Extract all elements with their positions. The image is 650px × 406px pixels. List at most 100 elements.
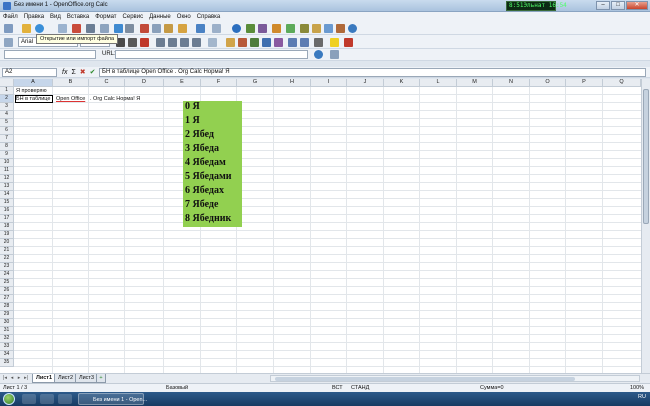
green-block-row[interactable]: 8 Ябедник <box>185 213 231 225</box>
borders-icon[interactable] <box>314 38 323 47</box>
print-preview-icon[interactable] <box>100 24 109 33</box>
cell-c2[interactable]: . Org Calc Норма! Я <box>89 95 140 103</box>
cut-icon[interactable] <box>140 24 149 33</box>
number-format-icon[interactable] <box>250 38 259 47</box>
decrease-indent-icon[interactable] <box>288 38 297 47</box>
italic-icon[interactable] <box>128 38 137 47</box>
column-header[interactable]: E <box>164 79 201 87</box>
column-header[interactable]: M <box>457 79 493 87</box>
menu-tools[interactable]: Сервис <box>123 14 144 20</box>
row-header[interactable]: 25 <box>0 279 14 287</box>
row-header[interactable]: 33 <box>0 343 14 351</box>
column-header[interactable]: F <box>201 79 237 87</box>
menu-file[interactable]: Файл <box>3 14 18 20</box>
menu-insert[interactable]: Вставка <box>67 14 89 20</box>
row-header[interactable]: 30 <box>0 319 14 327</box>
font-color-icon[interactable] <box>344 38 353 47</box>
merge-cells-icon[interactable] <box>208 38 217 47</box>
row-header[interactable]: 7 <box>0 135 14 143</box>
green-block-row[interactable]: 1 Я <box>185 115 200 127</box>
column-header[interactable]: Q <box>603 79 641 87</box>
help-icon[interactable] <box>348 24 357 33</box>
row-header[interactable]: 6 <box>0 127 14 135</box>
green-block-row[interactable]: 3 Ябеда <box>185 143 219 155</box>
url-input[interactable] <box>115 50 308 59</box>
name-box[interactable]: A2 <box>2 68 57 77</box>
delete-decimal-icon[interactable] <box>274 38 283 47</box>
styles-icon[interactable] <box>4 38 13 47</box>
sheet-tab-3[interactable]: Лист3 <box>75 374 99 383</box>
row-header[interactable]: 34 <box>0 351 14 359</box>
export-pdf-icon[interactable] <box>72 24 81 33</box>
row-header[interactable]: 31 <box>0 327 14 335</box>
green-block-row[interactable]: 2 Ябед <box>185 129 214 141</box>
cancel-icon[interactable]: ✖ <box>80 68 86 77</box>
status-insert-mode[interactable]: ВСТ <box>332 385 343 391</box>
next-sheet-button[interactable]: ▸ <box>16 375 22 382</box>
status-zoom[interactable]: 100% <box>630 385 644 391</box>
horizontal-scroll-thumb[interactable] <box>275 377 575 381</box>
menu-help[interactable]: Справка <box>197 14 221 20</box>
underline-icon[interactable] <box>140 38 149 47</box>
row-header[interactable]: 32 <box>0 335 14 343</box>
format-paintbrush-icon[interactable] <box>178 24 187 33</box>
column-header[interactable]: J <box>347 79 384 87</box>
row-header[interactable]: 13 <box>0 183 14 191</box>
menu-view[interactable]: Вид <box>50 14 61 20</box>
background-color-icon[interactable] <box>330 38 339 47</box>
save-icon[interactable] <box>35 24 44 33</box>
row-header[interactable]: 28 <box>0 303 14 311</box>
row-header[interactable]: 20 <box>0 239 14 247</box>
pivot-table-icon[interactable] <box>286 24 295 33</box>
row-header[interactable]: 2 <box>0 95 14 103</box>
row-header[interactable]: 14 <box>0 191 14 199</box>
row-header[interactable]: 27 <box>0 295 14 303</box>
green-block-row[interactable]: 7 Ябеде <box>185 199 218 211</box>
row-header[interactable]: 23 <box>0 263 14 271</box>
green-block-row[interactable]: 0 Я <box>185 101 200 113</box>
column-header[interactable]: O <box>530 79 566 87</box>
edit-file-icon[interactable] <box>58 24 67 33</box>
status-selection-mode[interactable]: СТАНД <box>351 385 369 391</box>
link-text-input[interactable] <box>4 50 96 59</box>
minimize-button[interactable]: – <box>596 1 610 10</box>
row-header[interactable]: 3 <box>0 103 14 111</box>
autospell-icon[interactable] <box>125 24 134 33</box>
row-header[interactable]: 22 <box>0 255 14 263</box>
align-right-icon[interactable] <box>180 38 189 47</box>
row-header[interactable]: 11 <box>0 167 14 175</box>
sheet-tab-1[interactable]: Лист1 <box>32 374 57 383</box>
green-block-row[interactable]: 5 Ябедами <box>185 171 232 183</box>
row-header[interactable]: 10 <box>0 159 14 167</box>
spreadsheet-grid[interactable]: A B C D E F G H I J K L M N O P Q 123456… <box>0 79 641 373</box>
column-header[interactable]: P <box>566 79 603 87</box>
browser-icon[interactable] <box>58 394 72 404</box>
menu-data[interactable]: Данные <box>149 14 171 20</box>
accept-icon[interactable]: ✔ <box>90 68 96 77</box>
row-header[interactable]: 19 <box>0 231 14 239</box>
formula-input[interactable]: БН в таблице Open Office . Org Calc Норм… <box>99 68 646 77</box>
taskbar-calc-item[interactable]: Без имени 1 - Open... <box>78 393 147 405</box>
add-sheet-button[interactable]: + <box>96 374 106 383</box>
vertical-scrollbar[interactable] <box>641 79 650 373</box>
increase-indent-icon[interactable] <box>300 38 309 47</box>
function-wizard-icon[interactable]: fx <box>62 68 67 77</box>
spellcheck-icon[interactable] <box>114 24 123 33</box>
sort-ascending-icon[interactable] <box>246 24 255 33</box>
chart-icon[interactable] <box>272 24 281 33</box>
row-header[interactable]: 5 <box>0 119 14 127</box>
sort-descending-icon[interactable] <box>258 24 267 33</box>
new-document-icon[interactable] <box>4 24 13 33</box>
row-header[interactable]: 29 <box>0 311 14 319</box>
menu-window[interactable]: Окно <box>177 14 191 20</box>
print-icon[interactable] <box>86 24 95 33</box>
open-folder-icon[interactable] <box>22 24 31 33</box>
row-header[interactable]: 12 <box>0 175 14 183</box>
row-header[interactable]: 4 <box>0 111 14 119</box>
navigator-icon[interactable] <box>324 24 333 33</box>
cell-b2[interactable]: Open Office <box>55 95 85 103</box>
menu-edit[interactable]: Правка <box>24 14 44 20</box>
column-header[interactable]: A <box>14 79 53 87</box>
row-header[interactable]: 35 <box>0 359 14 367</box>
green-block-row[interactable]: 6 Ябедах <box>185 185 224 197</box>
